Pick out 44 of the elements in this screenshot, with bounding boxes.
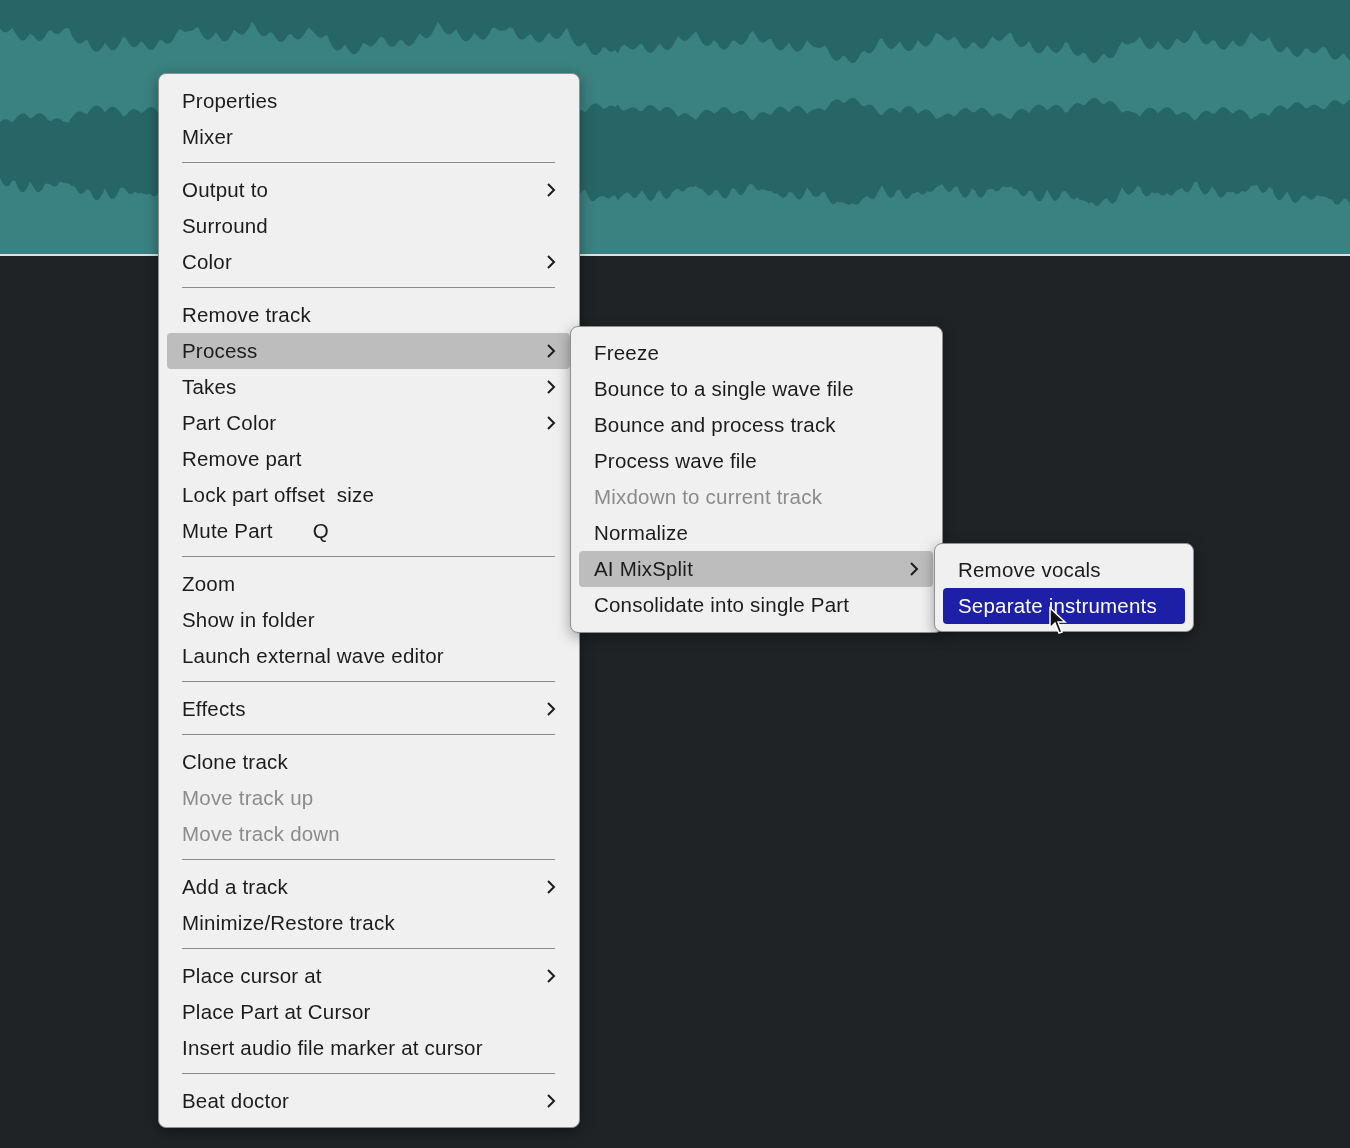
chevron-right-icon xyxy=(546,879,556,895)
menu-item[interactable]: Clone track xyxy=(167,744,570,780)
menu-item[interactable]: Lock part offset size xyxy=(167,477,570,513)
chevron-right-icon xyxy=(546,379,556,395)
menu-item[interactable]: Remove part xyxy=(167,441,570,477)
shortcut-key: Q xyxy=(312,519,329,543)
menu-item[interactable]: Consolidate into single Part xyxy=(579,587,933,623)
menu-item[interactable]: Place cursor at xyxy=(167,958,570,994)
menu-item[interactable]: Properties xyxy=(167,83,570,119)
menu-item[interactable]: Remove vocals xyxy=(943,552,1185,588)
menu-item[interactable]: Process wave file xyxy=(579,443,933,479)
menu-item[interactable]: Zoom xyxy=(167,566,570,602)
menu-item[interactable]: Place Part at Cursor xyxy=(167,994,570,1030)
menu-item[interactable]: Surround xyxy=(167,208,570,244)
menu-item[interactable]: Add a track xyxy=(167,869,570,905)
menu-item[interactable]: Show in folder xyxy=(167,602,570,638)
chevron-right-icon xyxy=(909,561,919,577)
menu-item[interactable]: Output to xyxy=(167,172,570,208)
menu-item[interactable]: Beat doctor xyxy=(167,1083,570,1119)
menu-item[interactable]: Separate instruments xyxy=(943,588,1185,624)
chevron-right-icon xyxy=(546,968,556,984)
menu-item[interactable]: Effects xyxy=(167,691,570,727)
chevron-right-icon xyxy=(546,1093,556,1109)
menu-item[interactable]: Takes xyxy=(167,369,570,405)
menu-item[interactable]: Bounce and process track xyxy=(579,407,933,443)
chevron-right-icon xyxy=(546,701,556,717)
chevron-right-icon xyxy=(546,254,556,270)
menu-item[interactable]: Mixer xyxy=(167,119,570,155)
chevron-right-icon xyxy=(546,343,556,359)
menu-item[interactable]: Minimize/Restore track xyxy=(167,905,570,941)
chevron-right-icon xyxy=(546,415,556,431)
menu-item[interactable]: Insert audio file marker at cursor xyxy=(167,1030,570,1066)
chevron-right-icon xyxy=(546,182,556,198)
menu-item[interactable]: Freeze xyxy=(579,335,933,371)
menu-item[interactable]: Color xyxy=(167,244,570,280)
menu-item[interactable]: Normalize xyxy=(579,515,933,551)
menu-item[interactable]: AI MixSplit xyxy=(579,551,933,587)
menu-item[interactable]: Part Color xyxy=(167,405,570,441)
menu-item[interactable]: Bounce to a single wave file xyxy=(579,371,933,407)
menu-item-label: Mute Part xyxy=(182,519,273,543)
menu-item[interactable]: Process xyxy=(167,333,570,369)
menu-item[interactable]: Remove track xyxy=(167,297,570,333)
menu-item[interactable]: Launch external wave editor xyxy=(167,638,570,674)
menu-item[interactable]: Mute Part Q xyxy=(167,513,570,549)
